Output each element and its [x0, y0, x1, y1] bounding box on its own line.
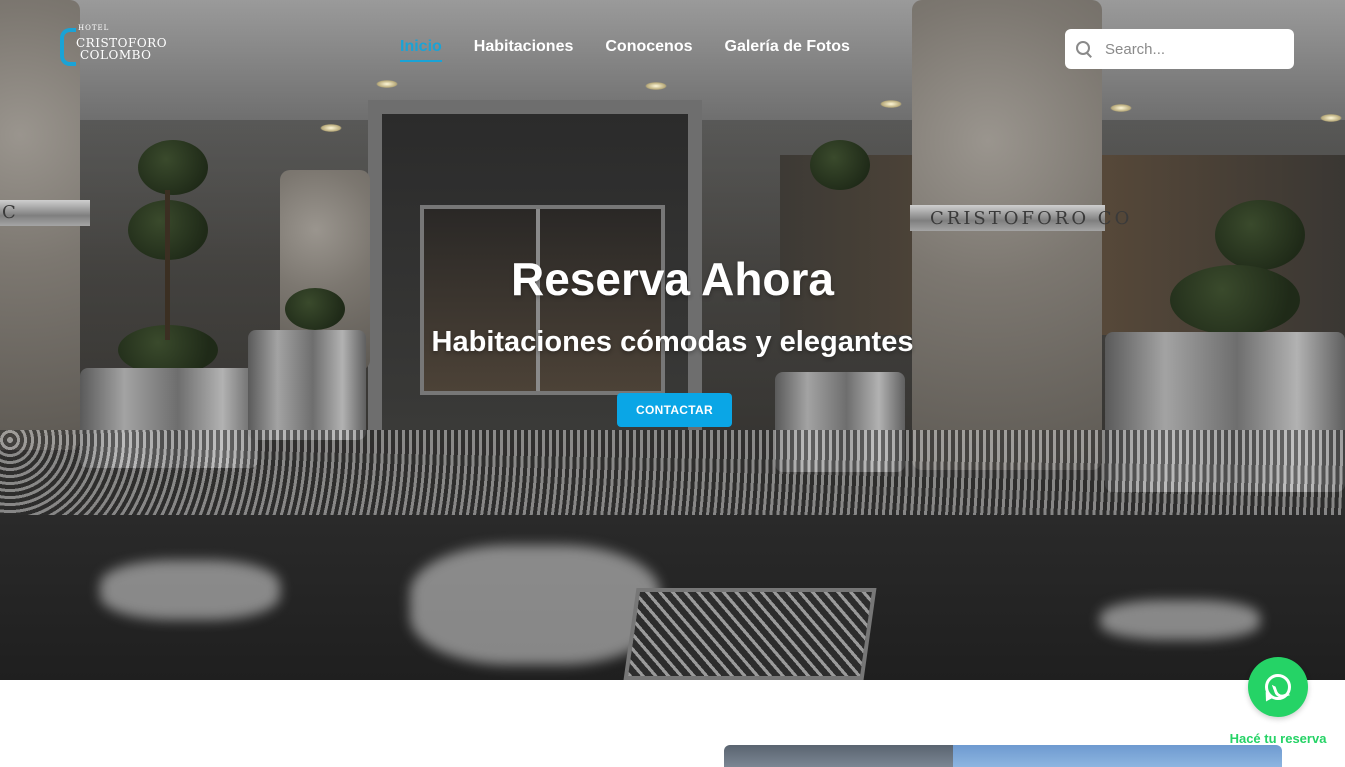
logo-name-line2: COLOMBO — [80, 48, 152, 62]
nav-item-habitaciones[interactable]: Habitaciones — [474, 38, 574, 62]
puddle-reflection — [410, 545, 660, 665]
hotel-logo[interactable]: HOTEL CRISTOFORO COLOMBO — [58, 22, 167, 66]
pillar-right — [912, 0, 1102, 470]
ceiling-light — [1320, 114, 1342, 122]
contact-button[interactable]: CONTACTAR — [617, 393, 732, 427]
content-image-preview — [724, 745, 1282, 767]
hero-section: C CRISTOFORO CO HOTEL CRISTOFORO COLOMBO… — [0, 0, 1345, 680]
nav-item-inicio[interactable]: Inicio — [400, 38, 442, 62]
search-icon — [1075, 40, 1093, 58]
ceiling-light — [376, 80, 398, 88]
logo-hotel-text: HOTEL — [78, 24, 110, 32]
puddle-reflection — [1100, 600, 1260, 640]
search-box[interactable] — [1065, 29, 1294, 69]
ceiling-light — [880, 100, 902, 108]
pillar-sign-left: C — [2, 202, 19, 223]
pebble-floor — [0, 430, 1345, 520]
whatsapp-icon — [1265, 674, 1291, 700]
whatsapp-label[interactable]: Hacé tu reserva — [1220, 731, 1336, 746]
nav-item-conocenos[interactable]: Conocenos — [605, 38, 692, 62]
ceiling-light — [645, 82, 667, 90]
ceiling-light — [320, 124, 342, 132]
whatsapp-button[interactable] — [1248, 657, 1308, 717]
topiary-tree — [138, 140, 208, 195]
hero-title: Reserva Ahora — [510, 253, 834, 305]
nav-item-galeria[interactable]: Galería de Fotos — [725, 38, 850, 62]
pillar-sign-right: CRISTOFORO CO — [930, 208, 1133, 229]
puddle-reflection — [100, 560, 280, 620]
topiary-tree — [810, 140, 870, 190]
main-nav: Inicio Habitaciones Conocenos Galería de… — [400, 38, 850, 62]
preview-image-right — [953, 745, 1282, 767]
preview-image-left — [724, 745, 953, 767]
drain-grate — [623, 588, 877, 680]
search-input[interactable] — [1105, 40, 1275, 58]
logo-mark-icon — [58, 22, 76, 66]
ceiling-light — [1110, 104, 1132, 112]
hero-subtitle: Habitaciones cómodas y elegantes — [431, 326, 914, 358]
